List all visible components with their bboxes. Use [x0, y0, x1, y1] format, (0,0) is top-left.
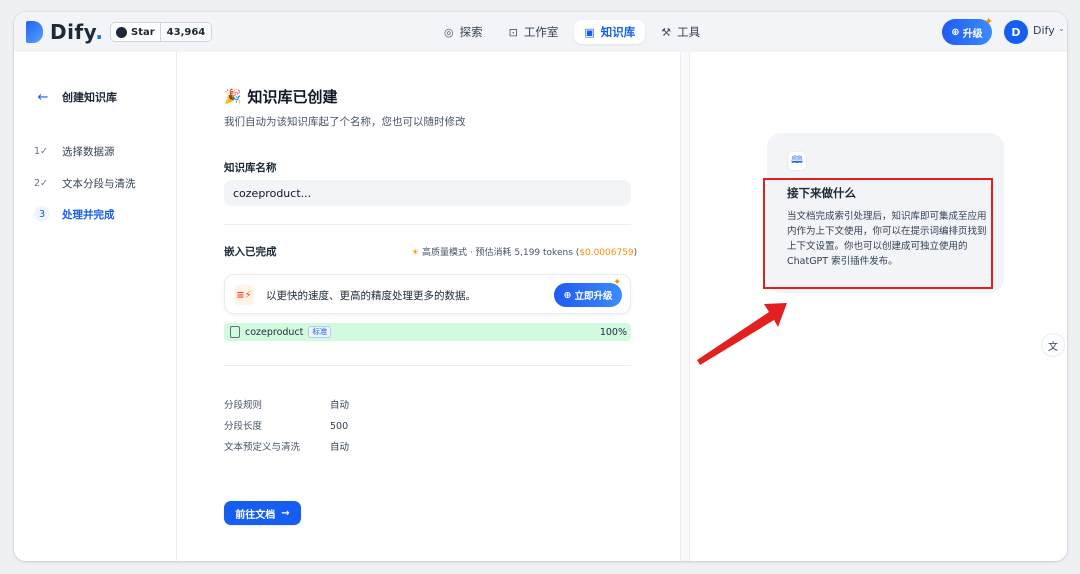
nav-studio[interactable]: ⊡ 工作室: [499, 20, 569, 44]
sun-icon: ☀: [411, 248, 420, 258]
dataset-name-input[interactable]: [224, 180, 631, 206]
nav-knowledge[interactable]: ▣ 知识库: [574, 20, 646, 44]
file-name: cozeproduct: [245, 326, 304, 338]
plus-circle-icon: ⊕: [951, 26, 960, 38]
step-process-finish: 3 处理并完成: [34, 206, 115, 222]
setting-segment-rule: 分段规则 自动: [224, 400, 350, 411]
sidebar-title: 创建知识库: [62, 91, 117, 104]
language-switch-button[interactable]: 文: [1041, 333, 1065, 357]
promo-text: 以更快的速度、更高的精度处理更多的数据。: [266, 290, 476, 302]
annotation-highlight-box: [763, 178, 993, 289]
plus-circle-icon: ⊕: [563, 289, 572, 301]
book-open-icon: 🕮: [787, 151, 807, 171]
back-arrow-icon[interactable]: ←: [34, 88, 52, 106]
annotation-arrow: [697, 303, 787, 365]
page-title: 🎉 知识库已创建: [224, 88, 338, 106]
party-popper-icon: 🎉: [224, 88, 242, 105]
file-progress-percent: 100%: [599, 326, 627, 338]
steps-sidebar: ← 创建知识库 1✓ 选择数据源 2✓ 文本分段与清洗 3 处理并完成: [14, 52, 177, 561]
sparkle-icon: ✦: [613, 277, 622, 288]
upgrade-promo-card: ≡⚡ 以更快的速度、更高的精度处理更多的数据。 ⊕ 立即升级 ✦: [224, 274, 631, 314]
compass-icon: ◎: [444, 25, 454, 39]
nav-explore[interactable]: ◎ 探索: [434, 20, 493, 44]
github-star-count: 43,964: [159, 23, 212, 41]
sparkle-icon: ✦: [984, 15, 994, 28]
top-navbar: Dify. Star 43,964 ◎ 探索 ⊡ 工作室 ▣ 知识库 ⚒ 工具: [14, 12, 1067, 52]
main-nav: ◎ 探索 ⊡ 工作室 ▣ 知识库 ⚒ 工具: [434, 20, 710, 44]
embedding-status-title: 嵌入已完成: [224, 246, 277, 258]
divider: [224, 224, 631, 225]
dataset-name-label: 知识库名称: [224, 162, 277, 174]
setting-segment-length: 分段长度 500: [224, 421, 349, 432]
setting-text-preprocess: 文本预定义与清洗 自动: [224, 442, 350, 453]
step-segment-clean: 2✓ 文本分段与清洗: [34, 178, 136, 190]
cost-value: $0.0006759: [579, 248, 634, 258]
user-avatar[interactable]: D: [1004, 20, 1028, 44]
github-star-button[interactable]: Star 43,964: [110, 22, 213, 42]
arrow-right-icon: →: [281, 507, 290, 519]
step-check-icon: 2✓: [34, 178, 49, 189]
github-icon: [116, 26, 127, 38]
step-select-source: 1✓ 选择数据源: [34, 146, 115, 158]
dify-logo-mark: [26, 21, 43, 43]
dify-logo[interactable]: Dify.: [26, 20, 103, 44]
chevron-down-icon[interactable]: ⌄: [1058, 24, 1065, 33]
lightning-icon: ≡⚡: [234, 285, 254, 305]
brand-name: Dify.: [50, 20, 104, 44]
divider: [224, 365, 631, 366]
go-to-document-button[interactable]: 前往文档 →: [224, 501, 301, 525]
step-number: 3: [34, 206, 50, 222]
hammer-icon: ⚒: [661, 25, 672, 39]
app-window: Dify. Star 43,964 ◎ 探索 ⊡ 工作室 ▣ 知识库 ⚒ 工具: [14, 12, 1067, 561]
step-check-icon: 1✓: [34, 146, 49, 157]
nav-tools[interactable]: ⚒ 工具: [651, 20, 710, 44]
embedding-quality-info: ☀ 高质量模式 · 预估消耗 5,199 tokens ($0.0006759): [411, 248, 638, 258]
page-subtitle: 我们自动为该知识库起了个名称，您也可以随时修改: [224, 116, 466, 128]
file-icon: [230, 326, 240, 338]
file-progress-row: cozeproduct 标准 100%: [224, 323, 631, 341]
book-icon: ▣: [584, 25, 595, 39]
robot-icon: ⊡: [508, 25, 518, 39]
main-content: 🎉 知识库已创建 我们自动为该知识库起了个名称，您也可以随时修改 知识库名称 嵌…: [178, 52, 680, 561]
upgrade-now-button[interactable]: ⊕ 立即升级: [554, 283, 622, 307]
user-name[interactable]: Dify: [1033, 24, 1055, 37]
index-mode-badge: 标准: [308, 326, 332, 338]
